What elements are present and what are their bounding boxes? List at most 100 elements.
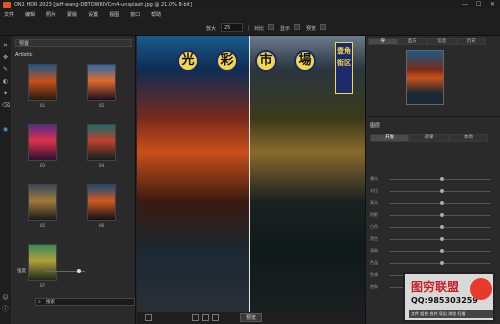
- preset-thumbnail-01[interactable]: [28, 64, 57, 101]
- slider-knob[interactable]: [440, 261, 444, 265]
- slider-knob[interactable]: [440, 213, 444, 217]
- slider-label: 清晰: [370, 248, 378, 253]
- preset-thumbnail-04[interactable]: [87, 124, 116, 161]
- preset-category-dropdown[interactable]: 预置: [15, 39, 132, 47]
- tab-histogram[interactable]: 直方: [397, 38, 427, 45]
- menu-file[interactable]: 文件: [4, 11, 14, 18]
- develop-tabs: 开发 效果 本地: [370, 134, 488, 142]
- layers-section-title[interactable]: 图层: [370, 122, 380, 129]
- move-tool-icon[interactable]: ✥: [2, 54, 9, 61]
- slider-exposure[interactable]: 曝光: [370, 176, 495, 183]
- retouch-tool-icon[interactable]: ✦: [2, 90, 9, 97]
- neon-sign-char-2: 彩: [216, 50, 238, 72]
- preset-section-title[interactable]: Artistic: [15, 52, 33, 58]
- tab-develop[interactable]: 开发: [370, 134, 410, 142]
- preset-label-01: 01: [40, 103, 46, 108]
- watermark-footer: 文件 组合 合并 导出 浏览 扫描: [409, 310, 493, 318]
- slider-knob[interactable]: [440, 237, 444, 241]
- app-logo-icon: [3, 1, 11, 8]
- menu-help[interactable]: 帮助: [151, 11, 161, 18]
- slider-knob[interactable]: [440, 189, 444, 193]
- preset-label-07: 07: [40, 283, 46, 288]
- image-canvas[interactable]: 光 彩 市 場 壹角街区: [137, 36, 365, 312]
- slider-shadows[interactable]: 阴影: [370, 212, 495, 219]
- slider-label: 色调: [370, 272, 378, 277]
- preset-label-05: 05: [40, 223, 46, 228]
- crop-tool-icon[interactable]: ⌗: [2, 42, 9, 49]
- minimize-button[interactable]: —: [462, 1, 468, 8]
- menu-settings[interactable]: 设置: [88, 11, 98, 18]
- tab-effects[interactable]: 效果: [409, 134, 449, 142]
- slider-highlights[interactable]: 高光: [370, 200, 495, 207]
- panel-divider: [366, 116, 500, 117]
- maximize-button[interactable]: ☐: [476, 1, 481, 8]
- eraser-tool-icon[interactable]: ⌫: [2, 102, 10, 109]
- masking-tool-icon[interactable]: ◉: [2, 126, 9, 133]
- window-title: ON1 HDR 2023 [jeff-wang-DBTOWKIVCm4-unsp…: [14, 1, 192, 8]
- slider-knob[interactable]: [440, 225, 444, 229]
- tool-strip: ⌗ ✥ ✎ ◐ ✦ ⌫ ◉ ☺ ⓘ: [0, 36, 11, 324]
- compare-split-handle[interactable]: [249, 36, 250, 312]
- menu-photo[interactable]: 照片: [46, 11, 56, 18]
- overlay-checkbox[interactable]: [320, 24, 326, 30]
- slider-contrast[interactable]: 对比: [370, 188, 495, 195]
- slider-whites[interactable]: 白色: [370, 224, 495, 231]
- slider-blacks[interactable]: 黑色: [370, 236, 495, 243]
- preview-button[interactable]: 预览: [240, 313, 262, 322]
- preset-label-02: 02: [99, 103, 105, 108]
- tab-local[interactable]: 本地: [448, 134, 488, 142]
- slider-knob[interactable]: [440, 201, 444, 205]
- navigator-preview[interactable]: [406, 50, 444, 105]
- preset-thumbnail-07[interactable]: [28, 244, 57, 281]
- menu-bar: 文件 编辑 照片 蒙版 设置 视图 窗口 帮助: [0, 9, 500, 19]
- slider-knob[interactable]: [440, 249, 444, 253]
- compare-checkbox[interactable]: [268, 24, 274, 30]
- menu-view[interactable]: 视图: [109, 11, 119, 18]
- menu-edit[interactable]: 编辑: [25, 11, 35, 18]
- tab-navigator[interactable]: 导: [368, 38, 398, 45]
- preset-strength-slider[interactable]: 强度: [15, 267, 135, 275]
- preset-label-06: 06: [99, 223, 105, 228]
- slider-label: 色温: [370, 260, 378, 265]
- slider-knob[interactable]: [440, 177, 444, 181]
- slider-label: 阴影: [370, 212, 378, 217]
- slider-temperature[interactable]: 色温: [370, 260, 495, 267]
- slider-label: 高光: [370, 200, 378, 205]
- preset-search-input[interactable]: ⌕ 搜索: [35, 298, 135, 306]
- zoom-label: 放大: [206, 26, 217, 32]
- strength-label: 强度: [17, 269, 26, 274]
- tab-info[interactable]: 信息: [427, 38, 457, 45]
- search-icon: ⌕: [38, 299, 41, 305]
- preset-thumbnail-02[interactable]: [87, 64, 116, 101]
- navigator-tabs: 导 直方 信息 历史: [368, 38, 486, 45]
- strength-slider-knob[interactable]: [77, 269, 81, 273]
- brush-tool-icon[interactable]: ✎: [2, 66, 9, 73]
- menu-window[interactable]: 窗口: [130, 11, 140, 18]
- watermark-qq: QQ:985303259: [411, 296, 478, 305]
- top-toolbar: 放大 25 对比 显示 预览: [0, 19, 500, 36]
- menu-mask[interactable]: 蒙版: [67, 11, 77, 18]
- close-button[interactable]: ✕: [490, 1, 495, 8]
- watermark-title: 图穷联盟: [411, 280, 460, 294]
- info-icon[interactable]: ⓘ: [2, 306, 9, 313]
- preset-thumbnail-03[interactable]: [28, 124, 57, 161]
- slider-label: 白色: [370, 224, 378, 229]
- zoom-input[interactable]: 25: [221, 23, 243, 32]
- grid-checkbox[interactable]: [294, 24, 300, 30]
- grid-label: 显示: [280, 26, 291, 32]
- neon-sign-char-1: 光: [177, 50, 199, 72]
- single-view-icon[interactable]: [192, 314, 199, 321]
- gradient-tool-icon[interactable]: ◐: [2, 78, 9, 85]
- side-by-side-icon[interactable]: [212, 314, 219, 321]
- tab-history[interactable]: 历史: [456, 38, 486, 45]
- preset-thumbnail-06[interactable]: [87, 184, 116, 221]
- split-view-icon[interactable]: [202, 314, 209, 321]
- user-icon[interactable]: ☺: [2, 294, 9, 301]
- slider-label: 饱和: [370, 284, 378, 289]
- preset-thumbnail-05[interactable]: [28, 184, 57, 221]
- view-mode-icon[interactable]: [145, 314, 152, 321]
- search-placeholder: 搜索: [46, 300, 55, 305]
- neon-sign-char-3: 市: [255, 50, 277, 72]
- slider-clarity[interactable]: 清晰: [370, 248, 495, 255]
- preset-label-03: 03: [40, 163, 46, 168]
